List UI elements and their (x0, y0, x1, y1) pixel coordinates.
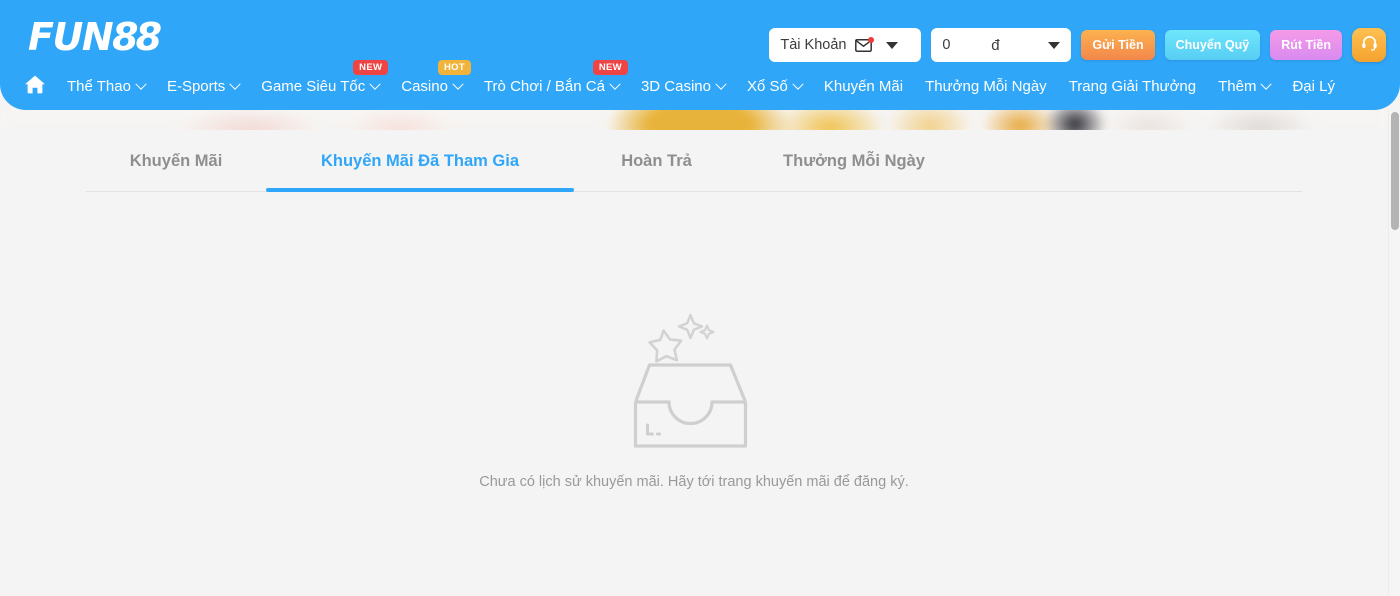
empty-state: Chưa có lịch sử khuyến mãi. Hãy tới tran… (0, 192, 1388, 596)
nav-label: Đại Lý (1292, 78, 1335, 95)
logo-text: FUN (28, 15, 114, 59)
transfer-button[interactable]: Chuyển Quỹ (1164, 30, 1261, 60)
scrollbar-thumb[interactable] (1391, 112, 1399, 230)
nav-label: Game Siêu Tốc (261, 78, 366, 95)
nav-label: 3D Casino (640, 78, 711, 95)
deposit-button[interactable]: Gửi Tiền (1081, 30, 1155, 60)
promotion-tabs: Khuyến Mãi Khuyến Mãi Đã Tham Gia Hoàn T… (86, 130, 1302, 192)
nav-item-tro-choi-ban-ca[interactable]: NEW Trò Chơi / Bắn Cá (473, 60, 630, 97)
chevron-down-icon (1260, 78, 1273, 90)
nav-home[interactable] (16, 73, 56, 101)
nav-item-trang-giai-thuong[interactable]: Trang Giải Thưởng (1058, 77, 1207, 97)
nav-label: Khuyến Mãi (823, 78, 904, 95)
tab-khuyen-mai[interactable]: Khuyến Mãi (86, 130, 266, 192)
site-logo[interactable]: FUN88 (28, 15, 162, 59)
nav-label: E-Sports (166, 78, 226, 95)
nav-item-dai-ly[interactable]: Đại Lý (1281, 77, 1346, 97)
nav-label: Trò Chơi / Bắn Cá (483, 78, 605, 95)
chevron-down-icon (792, 78, 804, 90)
nav-label: Xổ Số (747, 78, 788, 95)
promo-banner-strip (0, 108, 1388, 130)
nav-label: Thưởng Mỗi Ngày (925, 78, 1047, 95)
nav-label: Thêm (1218, 78, 1257, 95)
chevron-down-icon (452, 78, 464, 90)
headset-icon (1360, 33, 1379, 57)
badge-new: NEW (353, 60, 389, 75)
logo-number: 88 (112, 15, 162, 59)
vertical-scrollbar[interactable] (1388, 110, 1400, 596)
withdraw-button[interactable]: Rút Tiền (1270, 30, 1342, 60)
nav-item-thuong-moi-ngay[interactable]: Thưởng Mỗi Ngày (914, 77, 1058, 97)
site-header: FUN88 Tài Khoản 0 đ Gửi Tiền Chuyển Quỹ … (0, 0, 1400, 110)
unread-dot (867, 36, 874, 43)
tab-hoan-tra[interactable]: Hoàn Trả (574, 130, 739, 192)
tab-khuyen-mai-da-tham-gia[interactable]: Khuyến Mãi Đã Tham Gia (266, 130, 574, 192)
chevron-down-icon (369, 78, 381, 90)
empty-state-message: Chưa có lịch sử khuyến mãi. Hãy tới tran… (479, 474, 909, 490)
chevron-down-icon (135, 78, 147, 90)
nav-item-game-sieu-toc[interactable]: NEW Game Siêu Tốc (250, 60, 390, 97)
home-icon (23, 73, 47, 101)
nav-label: Thể Thao (67, 78, 131, 95)
page-root: FUN88 Tài Khoản 0 đ Gửi Tiền Chuyển Quỹ … (0, 0, 1400, 596)
caret-down-icon (1048, 41, 1061, 49)
nav-label: Casino (401, 78, 448, 95)
chevron-down-icon (609, 78, 621, 90)
nav-item-xo-so[interactable]: Xổ Số (736, 77, 813, 97)
nav-item-the-thao[interactable]: Thể Thao (56, 77, 156, 97)
tab-thuong-moi-ngay[interactable]: Thưởng Mỗi Ngày (739, 130, 969, 192)
badge-hot: HOT (438, 60, 471, 75)
support-button[interactable] (1352, 28, 1386, 62)
chevron-down-icon (715, 78, 727, 90)
main-nav: Thể Thao E-Sports NEW Game Siêu Tốc HOT … (16, 60, 1390, 104)
main-content: Khuyến Mãi Khuyến Mãi Đã Tham Gia Hoàn T… (0, 130, 1388, 596)
header-actions: Tài Khoản 0 đ Gửi Tiền Chuyển Quỹ Rút Ti… (769, 28, 1386, 62)
nav-item-khuyen-mai[interactable]: Khuyến Mãi (813, 77, 914, 97)
account-dropdown[interactable]: Tài Khoản (769, 28, 922, 62)
currency-symbol: đ (991, 36, 1000, 54)
envelope-icon[interactable] (854, 36, 874, 52)
chevron-down-icon (229, 78, 241, 90)
nav-item-them[interactable]: Thêm (1207, 77, 1281, 97)
nav-item-casino[interactable]: HOT Casino (390, 60, 473, 97)
balance-dropdown[interactable]: 0 đ (931, 28, 1072, 62)
caret-down-icon (885, 41, 898, 49)
balance-value: 0 (942, 37, 951, 53)
nav-item-3d-casino[interactable]: 3D Casino (630, 77, 736, 97)
account-label: Tài Khoản (780, 37, 847, 53)
nav-label: Trang Giải Thưởng (1068, 78, 1197, 95)
promo-banner-image (0, 108, 1388, 130)
nav-item-e-sports[interactable]: E-Sports (156, 77, 250, 97)
badge-new: NEW (592, 60, 628, 75)
empty-box-with-stars-icon (619, 306, 769, 456)
